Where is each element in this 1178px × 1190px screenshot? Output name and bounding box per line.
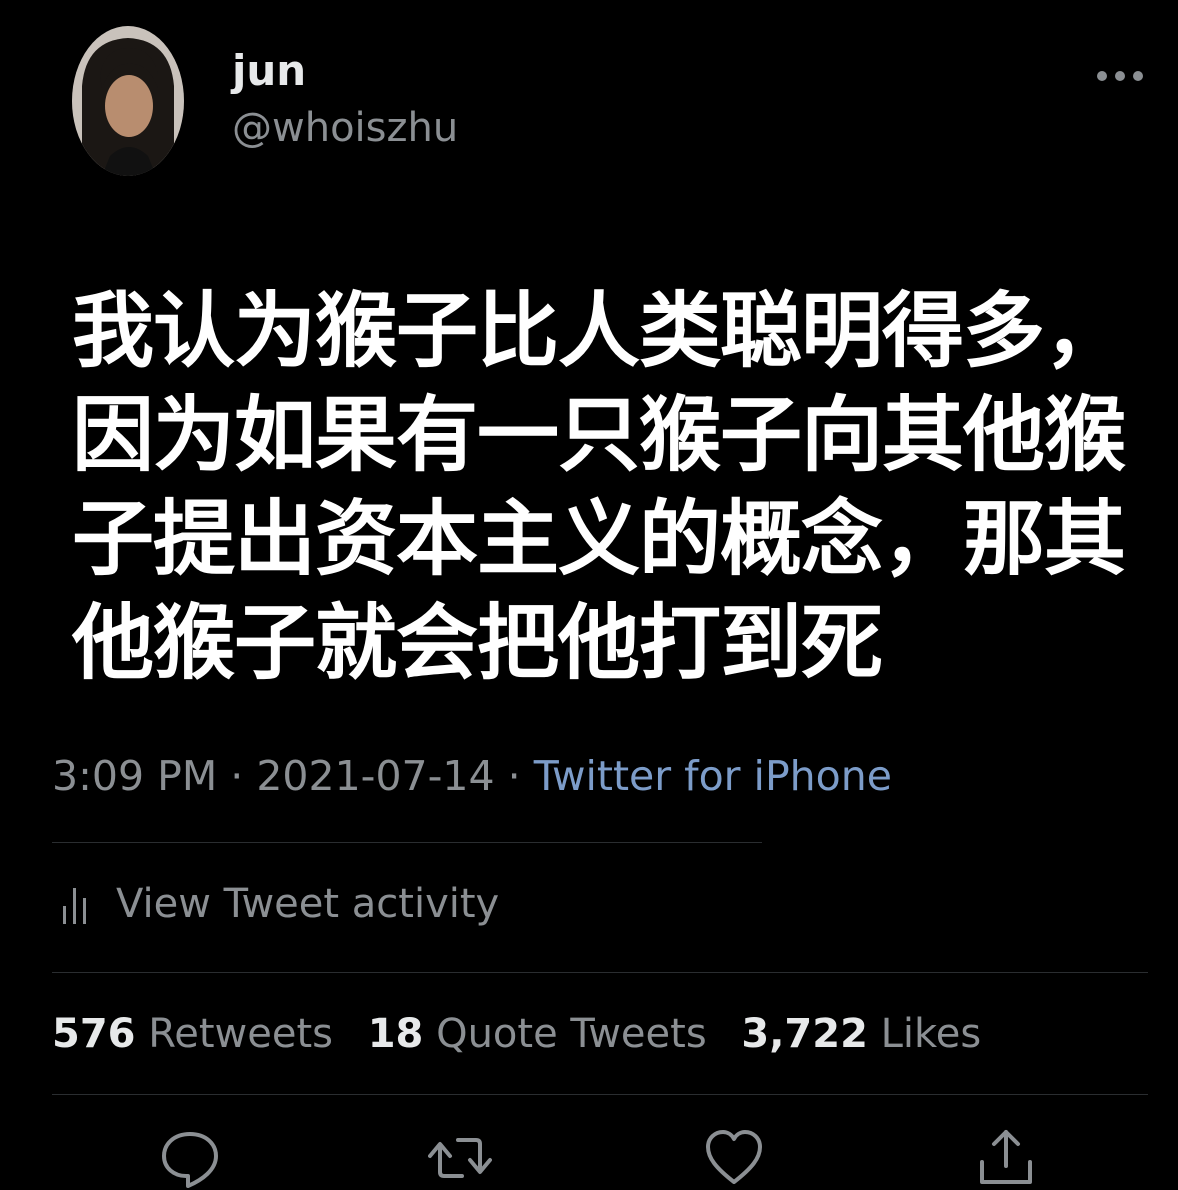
retweet-icon[interactable] — [428, 1126, 492, 1190]
display-name[interactable]: jun — [232, 50, 306, 92]
tweet-date: 2021-07-14 — [256, 752, 495, 800]
reply-icon[interactable] — [158, 1126, 222, 1190]
view-activity-label: View Tweet activity — [116, 881, 500, 927]
more-options-icon[interactable] — [1094, 64, 1146, 88]
tweet-meta: 3:09 PM · 2021-07-14 · Twitter for iPhon… — [52, 756, 892, 797]
tweet-time: 3:09 PM — [52, 752, 218, 800]
meta-separator: · — [494, 752, 534, 800]
tweet-stats: 576 Retweets 18 Quote Tweets 3,722 Likes — [52, 1014, 1003, 1054]
quote-tweets-stat[interactable]: 18 Quote Tweets — [368, 1011, 707, 1057]
bar-chart-icon — [63, 888, 86, 924]
like-icon[interactable] — [702, 1126, 766, 1190]
retweets-stat[interactable]: 576 Retweets — [52, 1011, 333, 1057]
quote-tweets-count: 18 — [367, 1011, 424, 1057]
retweets-label: Retweets — [148, 1011, 333, 1057]
view-activity-button[interactable]: View Tweet activity — [60, 882, 499, 926]
avatar[interactable] — [72, 26, 184, 176]
divider — [52, 1094, 1148, 1095]
quote-tweets-label: Quote Tweets — [436, 1011, 707, 1057]
user-handle[interactable]: @whoiszhu — [232, 108, 458, 148]
meta-separator: · — [217, 752, 257, 800]
divider — [52, 842, 762, 843]
tweet-text: 我认为猴子比人类聪明得多，因为如果有一只猴子向其他猴子提出资本主义的概念，那其他… — [72, 284, 1126, 691]
retweets-count: 576 — [52, 1011, 136, 1057]
likes-label: Likes — [880, 1011, 982, 1057]
share-icon[interactable] — [974, 1126, 1038, 1190]
tweet-source-link[interactable]: Twitter for iPhone — [534, 752, 892, 800]
avatar-photo — [72, 26, 184, 176]
likes-stat[interactable]: 3,722 Likes — [741, 1011, 981, 1057]
divider — [52, 972, 1148, 973]
likes-count: 3,722 — [741, 1011, 868, 1057]
